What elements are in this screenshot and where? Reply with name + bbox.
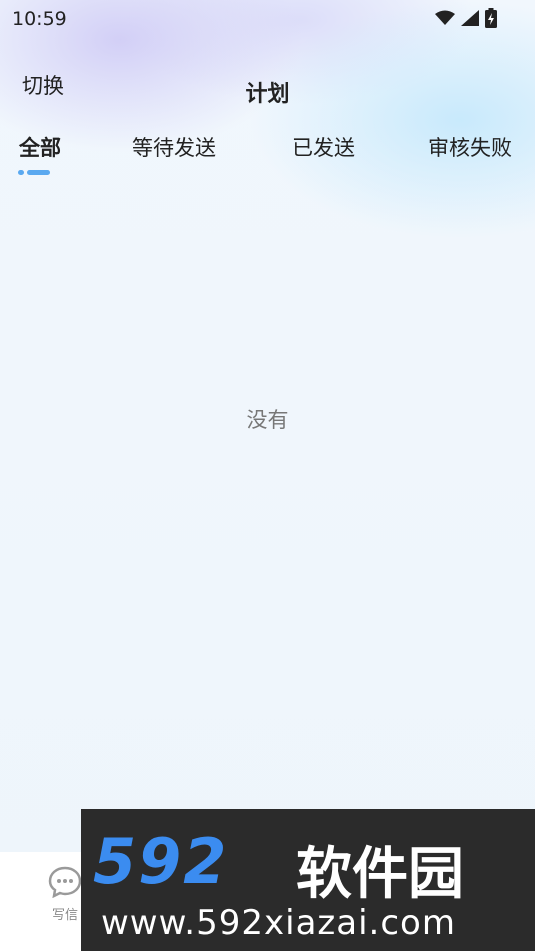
watermark-overlay: 592 软件园 www.592xiazai.com [81, 809, 535, 951]
active-tab-indicator [18, 170, 50, 175]
header: 切换 计划 [0, 62, 535, 118]
tab-pending[interactable]: 等待发送 [132, 132, 216, 162]
battery-icon [485, 8, 497, 28]
tab-sent[interactable]: 已发送 [292, 132, 355, 162]
watermark-url: www.592xiazai.com [101, 903, 456, 943]
tab-failed[interactable]: 审核失败 [428, 132, 512, 162]
wifi-icon [435, 10, 455, 25]
watermark-number: 592 [93, 825, 229, 898]
tab-bar: 全部 等待发送 已发送 审核失败 [0, 132, 535, 182]
status-time: 10:59 [12, 8, 67, 30]
watermark-name: 软件园 [296, 842, 464, 907]
status-bar: 10:59 [0, 0, 535, 36]
status-icons [435, 8, 497, 28]
empty-state-text: 没有 [246, 408, 289, 432]
signal-icon [461, 10, 479, 26]
page-title: 计划 [245, 82, 290, 107]
tab-all[interactable]: 全部 [19, 132, 61, 162]
chat-bubble-icon [48, 866, 82, 898]
